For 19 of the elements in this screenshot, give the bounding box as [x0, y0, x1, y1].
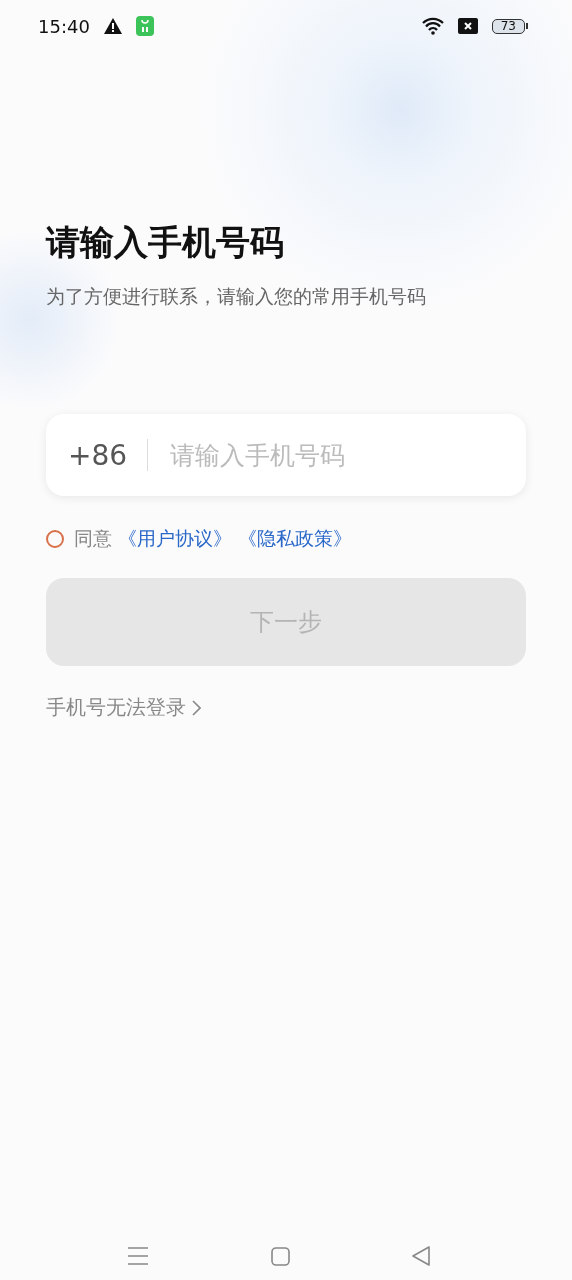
warning-icon [103, 18, 122, 34]
app-icon [135, 16, 154, 36]
subtitle: 为了方便进行联系，请输入您的常用手机号码 [46, 284, 426, 309]
page-title: 请输入手机号码 [46, 221, 284, 264]
agree-checkbox[interactable] [46, 530, 64, 548]
phone-field[interactable]: +86 请输入手机号码 [46, 414, 526, 496]
agree-label: 同意 [74, 526, 112, 551]
back-icon[interactable] [412, 1246, 430, 1266]
agreement-link[interactable]: 《用户协议》 [118, 526, 232, 552]
country-code[interactable]: +86 [68, 438, 128, 472]
chevron-right-icon [192, 699, 201, 716]
clock: 15:40 [38, 15, 90, 37]
wifi-icon [421, 17, 444, 35]
sim-error-icon [457, 18, 478, 34]
agreement-link[interactable]: 《隐私政策》 [238, 526, 352, 552]
battery-icon: 73 [491, 18, 528, 34]
home-icon[interactable] [270, 1246, 290, 1266]
menu-icon[interactable] [128, 1247, 148, 1265]
help-link[interactable]: 手机号无法登录 [46, 694, 201, 721]
